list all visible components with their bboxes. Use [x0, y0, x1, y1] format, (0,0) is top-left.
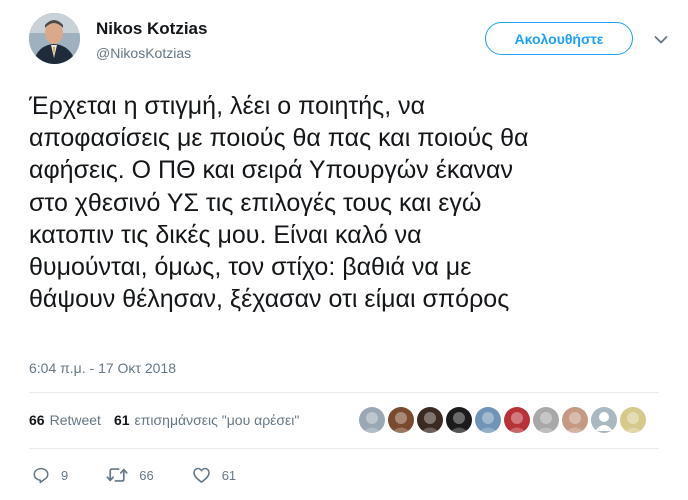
liker-avatar[interactable]: [446, 407, 472, 433]
liker-avatar[interactable]: [475, 407, 501, 433]
like-stat-label: επισημάνσεις "μου αρέσει": [134, 412, 300, 428]
reply-count: 9: [61, 467, 69, 483]
heart-icon: [192, 467, 210, 483]
retweet-stat-count: 66: [29, 412, 45, 428]
like-action[interactable]: 61: [192, 466, 236, 484]
user-name[interactable]: Nikos Kotzias: [96, 19, 207, 39]
chevron-down-icon[interactable]: [654, 35, 668, 45]
retweet-stat-label: Retweet: [49, 412, 101, 428]
tweet-text: Έρχεται η στιγμή, λέει ο ποιητής, να απο…: [29, 92, 529, 314]
likers-avatars: [359, 407, 649, 433]
liker-avatar[interactable]: [533, 407, 559, 433]
engagement-stats: 66 Retweet 61 επισημάνσεις "μου αρέσει": [29, 405, 312, 435]
liker-avatar[interactable]: [388, 407, 414, 433]
retweet-action[interactable]: 66: [106, 466, 154, 484]
retweet-icon: [106, 468, 128, 482]
liker-avatar-default[interactable]: [591, 407, 617, 433]
reply-icon: [33, 467, 49, 484]
like-count: 61: [221, 467, 237, 483]
like-stat-count: 61: [113, 412, 130, 428]
divider: [29, 448, 659, 449]
like-stat[interactable]: 61 επισημάνσεις "μου αρέσει": [114, 412, 299, 428]
retweet-count: 66: [139, 467, 154, 483]
liker-avatar[interactable]: [620, 407, 646, 433]
liker-avatar[interactable]: [417, 407, 443, 433]
liker-avatar[interactable]: [359, 407, 385, 433]
tweet-header: Nikos Kotzias @NikosKotzias Ακολουθήστε: [18, 13, 670, 73]
liker-avatar[interactable]: [562, 407, 588, 433]
reply-action[interactable]: 9: [32, 466, 68, 484]
divider: [29, 392, 659, 393]
retweet-stat[interactable]: 66 Retweet: [29, 412, 101, 428]
tweet-actions: 9 66 61: [32, 466, 274, 484]
user-avatar[interactable]: [29, 13, 80, 64]
liker-avatar[interactable]: [504, 407, 530, 433]
avatar-image: [29, 13, 80, 64]
user-handle[interactable]: @NikosKotzias: [96, 45, 191, 61]
follow-button[interactable]: Ακολουθήστε: [485, 22, 633, 55]
tweet-timestamp[interactable]: 6:04 π.μ. - 17 Οκτ 2018: [29, 360, 176, 376]
